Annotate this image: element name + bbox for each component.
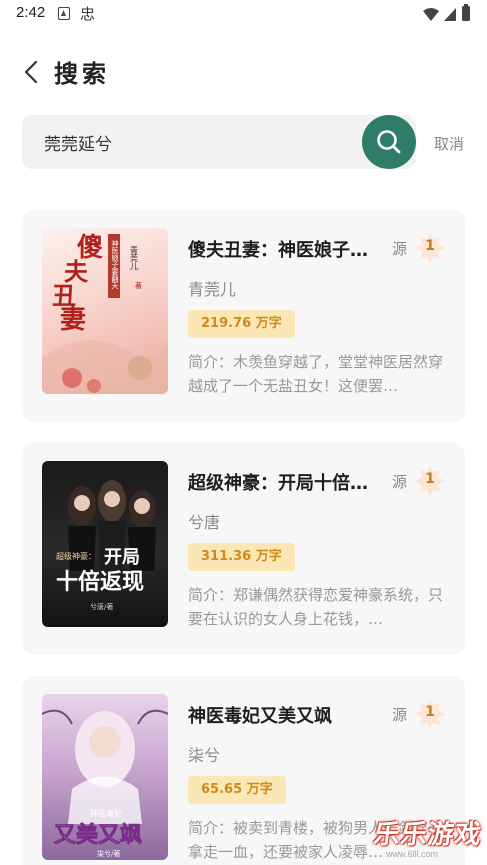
book-cover: 超级神豪： 开局 十倍返现 兮唐/著 [42,461,168,627]
cover-art: 傻 夫 丑 妻 青莞儿 著 神医娘子要翻天 [42,233,168,394]
search-box [22,115,416,169]
wordcount-badge: 311.36 万字 [188,543,295,571]
signal-icon [444,8,456,21]
source-label: 源 [392,473,408,491]
book-cover: 神医毒妃 又美又飒 柒兮/著 [42,694,168,860]
search-icon [377,130,401,154]
book-author: 柒兮 [188,746,221,765]
cover-big1: 开局 [104,547,140,568]
battery-icon [462,4,470,21]
cover-big2: 十倍返现 [56,569,144,595]
source-badge: 1 [414,698,446,730]
status-bar: 2:42 忠 [0,0,487,28]
watermark-url: www.6lll.com [386,849,439,859]
cover-subtitle: 神医娘子要翻天 [111,239,119,290]
source-number: 1 [425,471,435,487]
cover-author: 兮唐/著 [90,602,113,611]
result-card[interactable]: 超级神豪： 开局 十倍返现 兮唐/著 超级神豪：开局十倍… 源 1 兮唐 311… [22,443,465,655]
book-author: 兮唐 [188,513,221,532]
source-number: 1 [425,238,435,254]
search-button[interactable] [362,115,416,169]
book-intro: 简介：郑谦偶然获得恋爱神豪系统，只要在认识的女人身上花钱，… [188,586,444,628]
page-title: 搜索 [54,60,110,88]
cover-art: 超级神豪： 开局 十倍返现 兮唐/著 [56,480,156,611]
header: 搜索 [0,44,487,100]
source-badge: 1 [414,232,446,264]
cover-author: 青莞儿 [130,245,139,271]
book-title: 傻夫丑妻：神医娘子… [188,240,368,261]
cover-top: 神医毒妃 [90,808,122,818]
book-title: 神医毒妃又美又飒 [188,706,332,727]
source-badge: 1 [414,465,446,497]
cover-art: 神医毒妃 又美又飒 柒兮/著 [42,709,168,858]
bug-icon: 忠 [80,5,96,23]
source-label: 源 [392,240,408,258]
book-author: 青莞儿 [188,280,237,299]
source-label: 源 [392,706,408,724]
watermark-logo: 乐乐游戏 [372,820,484,850]
wifi-icon [423,8,439,21]
cover-author: 柒兮/著 [97,849,120,858]
book-title: 超级神豪：开局十倍… [188,473,368,494]
chevron-left-icon [24,60,38,84]
wordcount-badge: 219.76 万字 [188,310,295,338]
cancel-button[interactable]: 取消 [434,133,464,154]
search-page: 2:42 忠 搜索 取消 [0,0,487,865]
result-card[interactable]: 傻 夫 丑 妻 青莞儿 著 神医娘子要翻天 傻夫丑妻：神医娘子… 源 1 青莞儿… [22,210,465,422]
cover-char-4: 妻 [60,305,86,335]
back-button[interactable] [16,56,48,88]
book-intro: 简介：木羡鱼穿越了，堂堂神医居然穿越成了一个无盐丑女！这便罢… [188,353,444,395]
a-icon [58,7,70,20]
cover-big: 又美又飒 [54,822,142,848]
source-number: 1 [425,704,435,720]
cover-tag: 著 [135,281,142,290]
cover-line1: 超级神豪： [56,551,96,561]
book-cover: 傻 夫 丑 妻 青莞儿 著 神医娘子要翻天 [42,228,168,394]
search-input[interactable] [44,129,344,155]
wordcount-badge: 65.65 万字 [188,776,286,804]
status-time: 2:42 [16,4,46,21]
